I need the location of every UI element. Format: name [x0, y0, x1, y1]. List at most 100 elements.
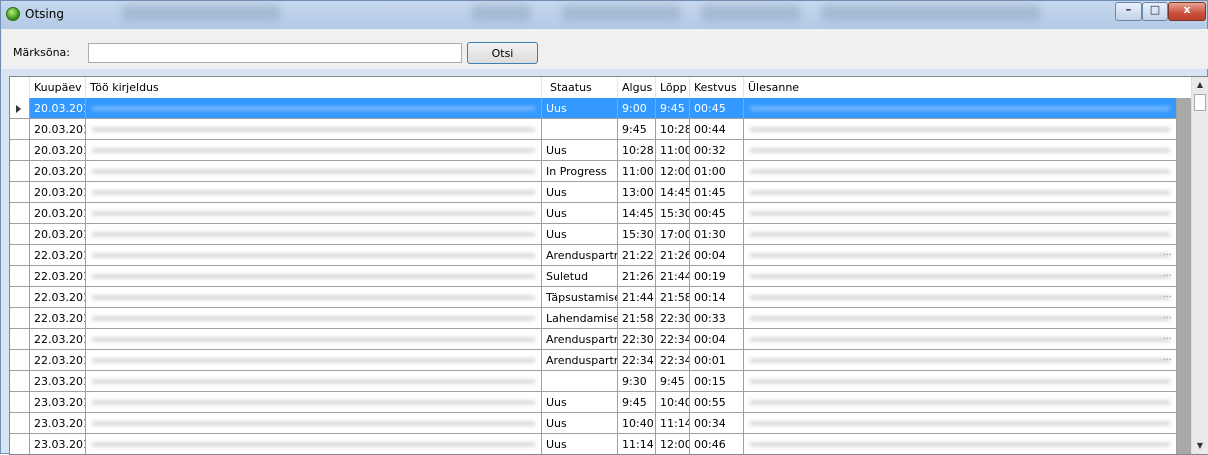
cell-start[interactable]: 9:45	[618, 392, 656, 413]
cell-description[interactable]	[86, 161, 542, 182]
row-header[interactable]	[10, 98, 30, 119]
cell-task[interactable]	[744, 434, 1177, 454]
cell-duration[interactable]: 00:34	[690, 413, 744, 434]
cell-description[interactable]	[86, 350, 542, 371]
cell-date[interactable]: 20.03.2015	[30, 161, 86, 182]
cell-task[interactable]	[744, 182, 1177, 203]
cell-end[interactable]: 11:14	[656, 413, 690, 434]
cell-start[interactable]: 22:34	[618, 350, 656, 371]
cell-task[interactable]	[744, 119, 1177, 140]
table-row[interactable]: 23.03.2015 Uus9:4510:4000:55	[10, 392, 1192, 413]
cell-duration[interactable]: 00:45	[690, 98, 744, 119]
table-row[interactable]: 20.03.2015 Uus13:0014:4501:45	[10, 182, 1192, 203]
cell-end[interactable]: 21:58	[656, 287, 690, 308]
table-row[interactable]: 20.03.2015 Uus9:009:4500:45	[10, 98, 1192, 119]
cell-task[interactable]: ...	[744, 245, 1177, 266]
cell-description[interactable]	[86, 140, 542, 161]
row-header[interactable]	[10, 224, 30, 245]
cell-status[interactable]: Arenduspartn...	[542, 350, 618, 371]
table-row[interactable]: 22.03.2015 Täpsustamisel21:4421:5800:14..…	[10, 287, 1192, 308]
column-header-task[interactable]: Ülesanne	[744, 77, 1192, 98]
cell-date[interactable]: 22.03.2015	[30, 329, 86, 350]
cell-end[interactable]: 22:34	[656, 329, 690, 350]
cell-end[interactable]: 22:30	[656, 308, 690, 329]
cell-description[interactable]	[86, 392, 542, 413]
cell-status[interactable]: In Progress	[542, 161, 618, 182]
cell-description[interactable]	[86, 287, 542, 308]
cell-start[interactable]: 9:30	[618, 371, 656, 392]
cell-description[interactable]	[86, 413, 542, 434]
cell-task[interactable]: ...	[744, 350, 1177, 371]
cell-description[interactable]	[86, 308, 542, 329]
cell-status[interactable]: Uus	[542, 203, 618, 224]
table-row[interactable]: 22.03.2015 Arenduspartn...21:2221:2600:04…	[10, 245, 1192, 266]
row-header[interactable]	[10, 434, 30, 454]
cell-start[interactable]: 22:30	[618, 329, 656, 350]
cell-start[interactable]: 14:45	[618, 203, 656, 224]
cell-start[interactable]: 21:44	[618, 287, 656, 308]
cell-duration[interactable]: 00:04	[690, 329, 744, 350]
column-header-duration[interactable]: Kestvus	[690, 77, 744, 98]
cell-status[interactable]: Arenduspartn...	[542, 245, 618, 266]
cell-date[interactable]: 20.03.2015	[30, 224, 86, 245]
scroll-up-icon[interactable]: ▲	[1192, 77, 1208, 93]
cell-date[interactable]: 20.03.2015	[30, 140, 86, 161]
cell-start[interactable]: 9:45	[618, 119, 656, 140]
title-bar[interactable]: Otsing – □ x	[1, 1, 1207, 29]
cell-task[interactable]	[744, 224, 1177, 245]
cell-status[interactable]: Uus	[542, 140, 618, 161]
cell-end[interactable]: 10:28	[656, 119, 690, 140]
row-header[interactable]	[10, 350, 30, 371]
table-row[interactable]: 22.03.2015Arenduspartn...22:3422:3400:01…	[10, 350, 1192, 371]
table-row[interactable]: 23.03.2015 Uus10:4011:1400:34	[10, 413, 1192, 434]
row-header[interactable]	[10, 161, 30, 182]
cell-status[interactable]: Uus	[542, 98, 618, 119]
table-row[interactable]: 20.03.2015 In Progress11:0012:0001:00	[10, 161, 1192, 182]
cell-status[interactable]	[542, 371, 618, 392]
table-row[interactable]: 22.03.2015 Arenduspartn...22:3022:3400:04…	[10, 329, 1192, 350]
cell-start[interactable]: 21:26	[618, 266, 656, 287]
cell-date[interactable]: 22.03.2015	[30, 287, 86, 308]
cell-date[interactable]: 22.03.2015	[30, 308, 86, 329]
cell-start[interactable]: 9:00	[618, 98, 656, 119]
cell-description[interactable]	[86, 329, 542, 350]
scroll-down-icon[interactable]: ▼	[1192, 438, 1208, 454]
cell-status[interactable]: Täpsustamisel	[542, 287, 618, 308]
row-header[interactable]	[10, 266, 30, 287]
column-header-status[interactable]: Staatus	[542, 77, 618, 98]
cell-task[interactable]	[744, 161, 1177, 182]
column-header-end[interactable]: Lõpp	[656, 77, 690, 98]
cell-duration[interactable]: 00:55	[690, 392, 744, 413]
cell-task[interactable]	[744, 98, 1177, 119]
cell-duration[interactable]: 00:15	[690, 371, 744, 392]
cell-status[interactable]: Uus	[542, 224, 618, 245]
cell-date[interactable]: 23.03.2015	[30, 392, 86, 413]
row-header[interactable]	[10, 392, 30, 413]
cell-task[interactable]	[744, 203, 1177, 224]
cell-date[interactable]: 20.03.2015	[30, 182, 86, 203]
row-header[interactable]	[10, 245, 30, 266]
column-header-description[interactable]: Töö kirjeldus	[86, 77, 542, 98]
cell-date[interactable]: 20.03.2015	[30, 98, 86, 119]
column-header-start[interactable]: Algus	[618, 77, 656, 98]
table-row[interactable]: 20.03.2015 9:4510:2800:44	[10, 119, 1192, 140]
search-button[interactable]: Otsi	[467, 42, 538, 64]
cell-start[interactable]: 11:14	[618, 434, 656, 454]
cell-status[interactable]: Arenduspartn...	[542, 329, 618, 350]
row-header[interactable]	[10, 329, 30, 350]
cell-duration[interactable]: 00:46	[690, 434, 744, 454]
cell-date[interactable]: 20.03.2015	[30, 203, 86, 224]
keyword-input[interactable]	[88, 43, 462, 63]
close-button[interactable]: x	[1168, 2, 1206, 21]
cell-task[interactable]: ...	[744, 266, 1177, 287]
cell-task[interactable]	[744, 413, 1177, 434]
cell-task[interactable]	[744, 392, 1177, 413]
cell-description[interactable]	[86, 98, 542, 119]
table-row[interactable]: 23.03.2015 9:309:4500:15	[10, 371, 1192, 392]
row-header[interactable]	[10, 140, 30, 161]
cell-description[interactable]	[86, 182, 542, 203]
cell-status[interactable]: Uus	[542, 182, 618, 203]
cell-task[interactable]: ...	[744, 329, 1177, 350]
cell-duration[interactable]: 00:33	[690, 308, 744, 329]
cell-duration[interactable]: 00:44	[690, 119, 744, 140]
